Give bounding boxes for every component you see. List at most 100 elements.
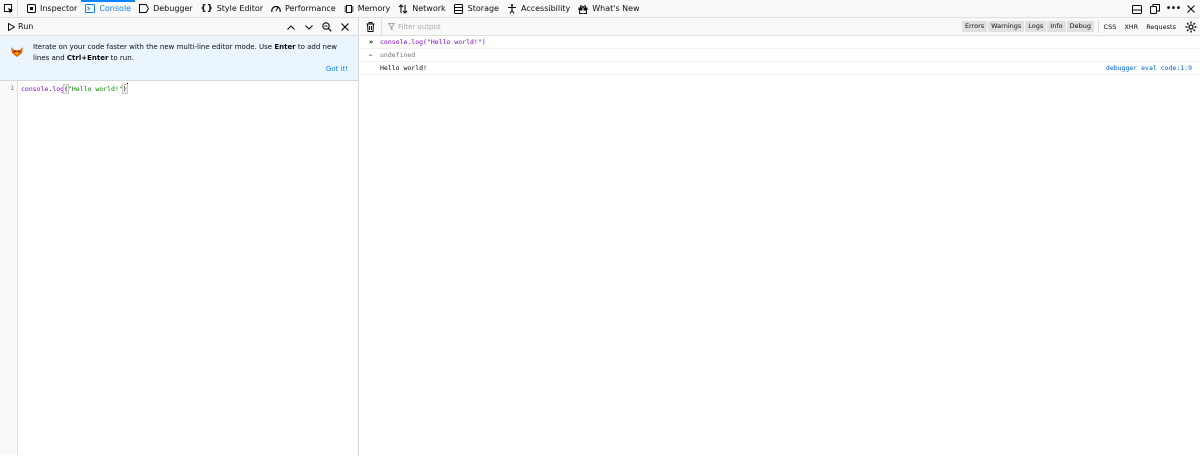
whats-new-icon (578, 4, 588, 14)
console-log-message: Hello world! debugger eval code:1:9 (360, 62, 1200, 75)
console-output-panel: Filter output Errors Warnings Logs Info … (360, 17, 1200, 456)
tab-console[interactable]: Console (81, 0, 135, 18)
got-it-link[interactable]: Got it! (326, 65, 348, 73)
firefox-fox-icon (11, 47, 23, 57)
tab-label: What's New (592, 4, 640, 13)
log-level-filters: Errors Warnings Logs Info Debug (961, 21, 1094, 32)
tab-label: Performance (285, 4, 336, 13)
console-result-message: ← undefined (360, 49, 1200, 62)
line-number: 1 (10, 84, 14, 92)
memory-icon (344, 4, 354, 14)
tab-label: Storage (467, 4, 499, 13)
filter-placeholder: Filter output (398, 22, 441, 31)
tab-label: Style Editor (216, 4, 264, 13)
tab-label: Accessibility (520, 4, 571, 13)
trash-icon (366, 21, 375, 32)
multiline-editor-panel: Run Iterate on your code faster with the… (0, 18, 359, 456)
message-location-link[interactable]: debugger eval code:1:9 (1106, 62, 1192, 74)
tab-whats-new[interactable]: What's New (574, 0, 643, 18)
dock-button[interactable] (1146, 0, 1164, 18)
close-toolbox-button[interactable] (1182, 0, 1200, 18)
tab-accessibility[interactable]: Accessibility (503, 0, 574, 18)
filter-input[interactable]: Filter output (382, 23, 441, 31)
editor-onboarding-notice: Iterate on your code faster with the new… (0, 36, 358, 81)
tab-label: Network (412, 4, 446, 13)
run-label: Run (18, 22, 34, 31)
toolbar-controls: ••• (1128, 0, 1200, 18)
history-next-button[interactable] (300, 18, 318, 36)
tab-debugger[interactable]: Debugger (135, 0, 197, 18)
code-identifier: console (21, 85, 49, 93)
enter-key: Enter (274, 43, 296, 51)
result-arrow-icon: ← (368, 51, 374, 59)
close-icon (341, 23, 349, 31)
filter-requests-button[interactable]: Requests (1142, 23, 1180, 31)
filter-css-button[interactable]: CSS (1100, 23, 1121, 31)
element-picker-button[interactable] (0, 0, 18, 18)
log-text: Hello world! (380, 64, 427, 72)
chevron-up-icon (287, 24, 295, 30)
chevron-down-icon (305, 24, 313, 30)
input-code-text: console.log("Hello world!") (380, 38, 486, 46)
split-console-button[interactable] (1128, 0, 1146, 18)
code-method: log (52, 85, 65, 93)
filter-errors-button[interactable]: Errors (961, 21, 988, 32)
editor-toolbar: Run (0, 18, 358, 36)
tab-label: Debugger (153, 4, 193, 13)
play-icon (8, 22, 15, 31)
console-icon (85, 4, 96, 14)
notice-text-part: to run. (108, 54, 134, 62)
tab-memory[interactable]: Memory (340, 0, 395, 18)
tab-style-editor[interactable]: {} Style Editor (197, 0, 267, 18)
history-prev-button[interactable] (282, 18, 300, 36)
close-editor-button[interactable] (336, 18, 354, 36)
reverse-search-button[interactable] (318, 18, 336, 36)
gear-icon[interactable] (1185, 21, 1197, 33)
run-button[interactable]: Run (0, 18, 33, 36)
storage-icon (454, 3, 464, 14)
console-input-message: » console.log("Hello world!") (360, 36, 1200, 49)
request-type-filters: CSS XHR Requests (1100, 18, 1180, 36)
tab-inspector[interactable]: Inspector (22, 0, 81, 18)
search-icon (322, 22, 332, 32)
result-value: undefined (380, 51, 416, 59)
more-icon: ••• (1165, 3, 1182, 14)
more-options-button[interactable]: ••• (1164, 0, 1182, 18)
devtools-toolbar: Inspector Console Debugger {} Style Edit… (0, 0, 1200, 18)
split-console-icon (1132, 4, 1142, 14)
filter-warnings-button[interactable]: Warnings (988, 21, 1025, 32)
style-editor-icon: {} (200, 3, 214, 14)
clear-console-button[interactable] (360, 17, 382, 36)
filter-icon (388, 23, 395, 30)
inspector-icon (26, 4, 36, 14)
line-gutter: 1 (0, 81, 18, 455)
input-code: console.log("Hello world!") (380, 36, 486, 48)
panel-tabs: Inspector Console Debugger {} Style Edit… (18, 0, 644, 18)
picker-icon (3, 3, 13, 13)
text-cursor (126, 83, 128, 92)
editor-tools (282, 18, 354, 36)
tab-label: Memory (357, 4, 391, 13)
filter-logs-button[interactable]: Logs (1025, 21, 1047, 32)
filter-info-button[interactable]: Info (1047, 21, 1066, 32)
code-string: "Hello world!" (68, 85, 123, 93)
debugger-icon (139, 4, 150, 14)
code-editor[interactable]: 1 console.log("Hello world!") (0, 81, 358, 455)
network-icon (398, 3, 408, 14)
close-icon (1187, 5, 1195, 13)
tab-performance[interactable]: Performance (267, 0, 340, 18)
console-toolbar: Filter output Errors Warnings Logs Info … (360, 17, 1200, 36)
accessibility-icon (507, 3, 517, 14)
tab-storage[interactable]: Storage (450, 0, 503, 18)
tab-network[interactable]: Network (394, 0, 449, 18)
tab-label: Console (99, 4, 132, 13)
console-messages: » console.log("Hello world!") ← undefine… (360, 36, 1200, 75)
notice-text-part: Iterate on your code faster with the new… (33, 43, 275, 51)
filter-xhr-button[interactable]: XHR (1120, 23, 1142, 31)
notice-text: Iterate on your code faster with the new… (33, 42, 351, 64)
dock-icon (1150, 4, 1160, 14)
input-chevron-icon: » (368, 38, 374, 46)
filter-debug-button[interactable]: Debug (1066, 21, 1094, 32)
code-line[interactable]: console.log("Hello world!") (21, 83, 128, 94)
performance-icon (271, 4, 281, 14)
